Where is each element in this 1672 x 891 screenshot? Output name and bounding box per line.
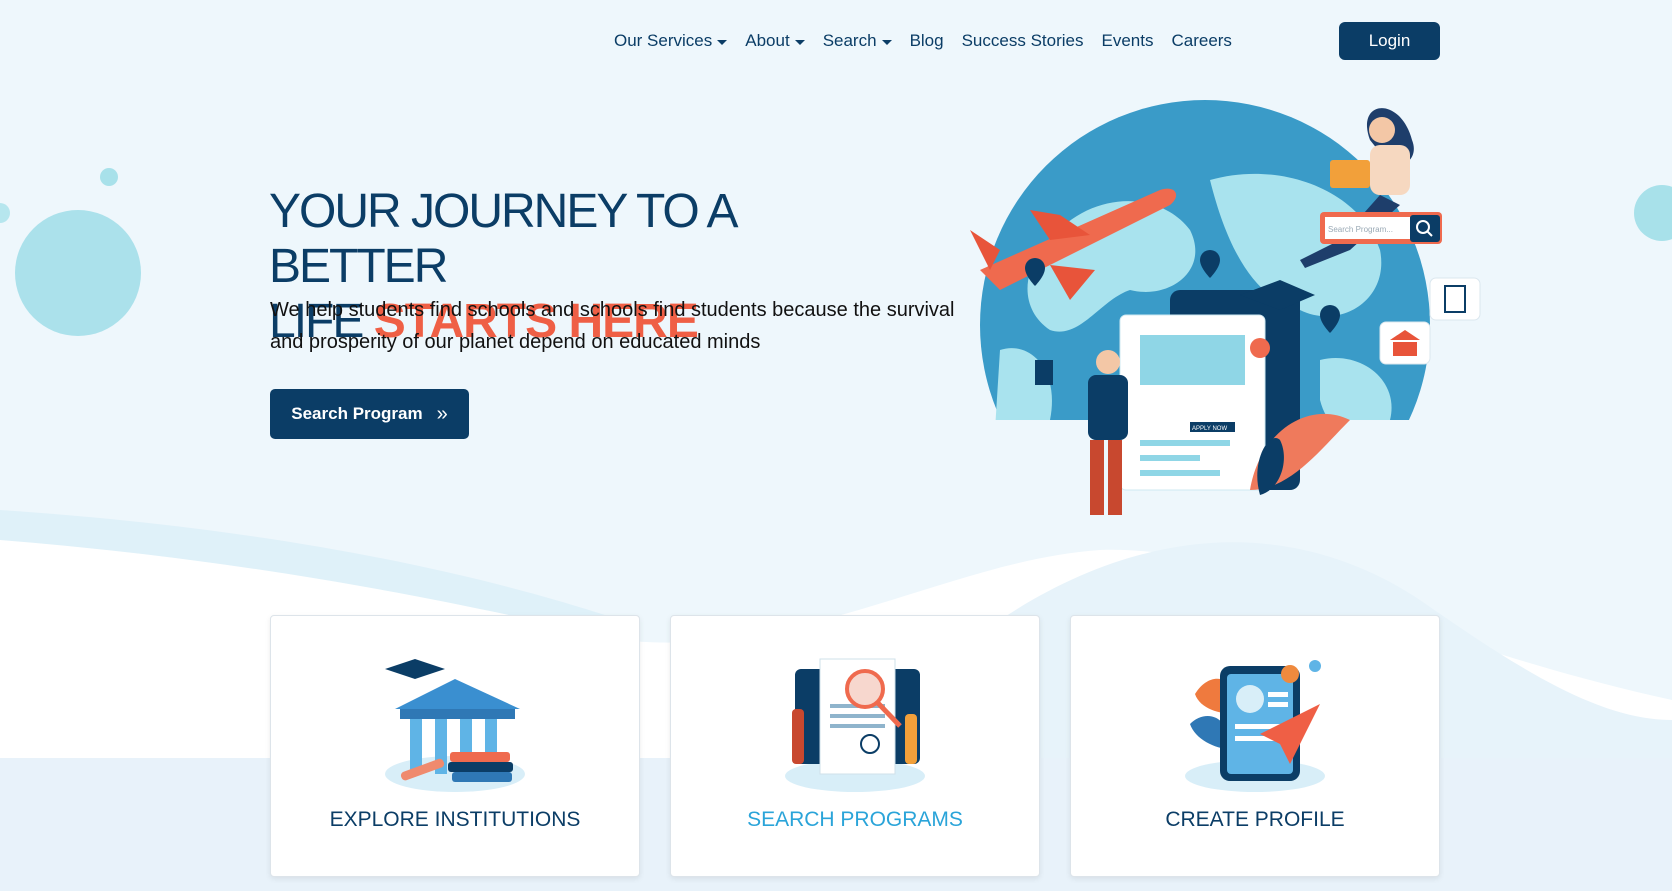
checklist-icon <box>1429 277 1481 321</box>
nav-blog[interactable]: Blog <box>910 31 944 51</box>
caret-down-icon <box>717 39 728 45</box>
card-label: SEARCH PROGRAMS <box>747 808 963 831</box>
nav-search[interactable]: Search <box>823 31 892 51</box>
card-search-programs[interactable]: SEARCH PROGRAMS <box>670 615 1040 877</box>
profile-icon <box>1185 660 1325 792</box>
hero-subtitle: We help students find schools and school… <box>270 299 955 353</box>
svg-text:Search Program...: Search Program... <box>1328 225 1393 234</box>
card-create-profile[interactable]: CREATE PROFILE <box>1070 615 1440 877</box>
card-explore-institutions[interactable]: EXPLORE INSTITUTIONS <box>270 615 640 877</box>
institution-icon <box>385 659 525 792</box>
nav-events[interactable]: Events <box>1101 31 1153 51</box>
caret-down-icon <box>794 39 805 45</box>
search-program-button[interactable]: Search Program» <box>270 389 469 439</box>
card-label: EXPLORE INSTITUTIONS <box>329 808 581 831</box>
login-button[interactable]: Login <box>1339 22 1440 60</box>
nav-our-services[interactable]: Our Services <box>614 31 728 51</box>
double-chevron-right-icon: » <box>436 402 448 425</box>
nav-careers[interactable]: Careers <box>1171 31 1231 51</box>
nav-success-stories[interactable]: Success Stories <box>962 31 1084 51</box>
nav-about[interactable]: About <box>745 31 805 51</box>
caret-down-icon <box>881 39 892 45</box>
main-nav: Our Services About Search Blog Success S… <box>614 24 1250 58</box>
svg-text:APPLY NOW: APPLY NOW <box>1192 426 1227 432</box>
card-label: CREATE PROFILE <box>1165 808 1345 831</box>
hero-illustration: APPLY NOW Search Program... <box>960 100 1500 530</box>
laptop-icon <box>1330 160 1370 188</box>
search-programs-icon <box>785 658 925 792</box>
